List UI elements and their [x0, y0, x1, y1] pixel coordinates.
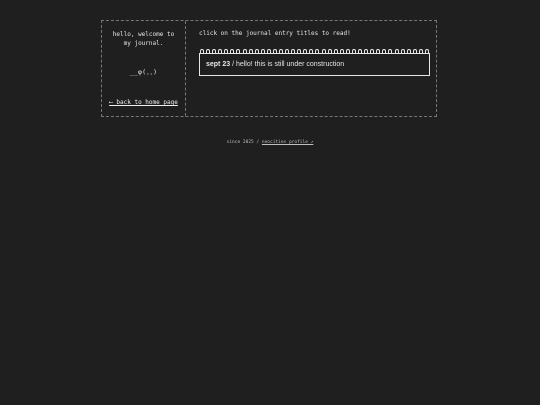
spiral-ring [424, 49, 429, 54]
spiral-ring [242, 49, 247, 54]
instructions-text: click on the journal entry titles to rea… [199, 30, 351, 37]
entry-title: hello! this is still under construction [235, 61, 345, 68]
spiral-ring [279, 49, 284, 54]
writing-kaomoji: __φ(．．) [129, 68, 158, 76]
spiral-ring [272, 49, 277, 54]
journal-frame: hello, welcome to my journal. __φ(．．) ⟵ … [101, 20, 437, 117]
spiral-ring [339, 49, 344, 54]
neocities-profile-link[interactable]: neocities profile ↗ [262, 140, 313, 145]
spiral-ring [218, 49, 223, 54]
spiral-ring [388, 49, 393, 54]
spiral-ring [418, 49, 423, 54]
spiral-ring [224, 49, 229, 54]
spiral-ring [364, 49, 369, 54]
spiral-ring [285, 49, 290, 54]
notebook-spiral-binding [200, 49, 429, 55]
spiral-ring [248, 49, 253, 54]
back-to-home-link[interactable]: ⟵ back to home page [102, 99, 185, 106]
spiral-ring [212, 49, 217, 54]
journal-entry[interactable]: sept 23 / hello! this is still under con… [199, 53, 430, 76]
spiral-ring [345, 49, 350, 54]
spiral-ring [358, 49, 363, 54]
page: hello, welcome to my journal. __φ(．．) ⟵ … [0, 0, 540, 405]
spiral-ring [309, 49, 314, 54]
journal-main: click on the journal entry titles to rea… [186, 21, 436, 116]
spiral-ring [230, 49, 235, 54]
spiral-ring [291, 49, 296, 54]
spiral-ring [297, 49, 302, 54]
spiral-ring [400, 49, 405, 54]
spiral-ring [236, 49, 241, 54]
spiral-ring [303, 49, 308, 54]
sidebar: hello, welcome to my journal. __φ(．．) ⟵ … [102, 21, 186, 116]
spiral-ring [382, 49, 387, 54]
spiral-ring [376, 49, 381, 54]
footer: since 2025 / neocities profile ↗ [0, 140, 540, 145]
footer-separator: / [253, 140, 262, 145]
spiral-ring [315, 49, 320, 54]
spiral-ring [200, 49, 204, 54]
since-text: since 2025 [226, 140, 254, 145]
spiral-ring [327, 49, 332, 54]
spiral-ring [406, 49, 411, 54]
spiral-ring [333, 49, 338, 54]
spiral-ring [266, 49, 271, 54]
entry-date: sept 23 [206, 61, 231, 68]
spiral-ring [394, 49, 399, 54]
spiral-ring [321, 49, 326, 54]
spiral-ring [370, 49, 375, 54]
spiral-ring [351, 49, 356, 54]
welcome-text: hello, welcome to my journal. [112, 31, 175, 47]
spiral-ring [206, 49, 211, 54]
spiral-ring [260, 49, 265, 54]
spiral-ring [412, 49, 417, 54]
spiral-ring [254, 49, 259, 54]
